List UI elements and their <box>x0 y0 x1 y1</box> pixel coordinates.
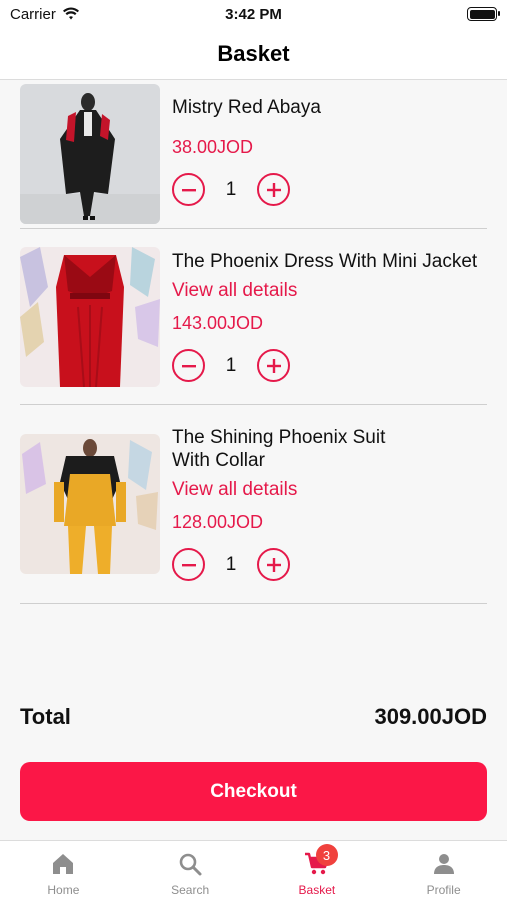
product-image[interactable] <box>20 434 160 574</box>
total-value: 309.00JOD <box>374 704 487 729</box>
item-name: Mistry Red Abaya <box>172 97 321 118</box>
basket-item: The Phoenix Dress With Mini Jacket View … <box>20 229 487 405</box>
search-icon <box>179 853 202 876</box>
tab-basket[interactable]: 3 Basket <box>254 841 381 900</box>
page-title: Basket <box>217 40 290 66</box>
status-left: Carrier <box>10 6 80 23</box>
item-name: The Shining Phoenix Suit With Collar <box>172 427 386 471</box>
plus-icon <box>266 358 281 373</box>
product-image[interactable] <box>20 247 160 387</box>
view-details-link[interactable]: View all details <box>172 279 487 303</box>
item-price: 128.00JOD <box>172 512 264 532</box>
minus-icon <box>181 188 196 191</box>
increase-quantity-button[interactable] <box>257 548 290 581</box>
decrease-quantity-button[interactable] <box>172 173 205 206</box>
item-name: The Phoenix Dress With Mini Jacket <box>172 251 478 272</box>
decrease-quantity-button[interactable] <box>172 548 205 581</box>
tab-label: Home <box>47 883 80 897</box>
item-price: 38.00JOD <box>172 137 254 157</box>
nav-header: Basket <box>0 28 507 80</box>
plus-icon <box>266 557 281 572</box>
product-photo-dress <box>20 247 160 387</box>
quantity-value: 1 <box>225 178 237 200</box>
quantity-value: 1 <box>225 553 237 575</box>
decrease-quantity-button[interactable] <box>172 349 205 382</box>
quantity-stepper: 1 <box>172 349 487 382</box>
increase-quantity-button[interactable] <box>257 173 290 206</box>
minus-icon <box>181 563 196 566</box>
tab-label: Basket <box>298 883 336 897</box>
tab-bar: Home Search 3 Basket Profile <box>0 840 507 900</box>
product-photo-abaya <box>20 84 160 224</box>
checkout-button[interactable]: Checkout <box>20 762 487 821</box>
home-icon <box>53 854 74 874</box>
quantity-stepper: 1 <box>172 548 487 581</box>
product-image[interactable] <box>20 84 160 224</box>
tab-label: Search <box>171 883 210 897</box>
battery-icon <box>467 7 500 21</box>
tab-home[interactable]: Home <box>0 841 127 900</box>
view-details-link[interactable]: View all details <box>172 478 487 502</box>
plus-icon <box>266 182 281 197</box>
total-row: Total 309.00JOD <box>20 704 487 730</box>
cart-count-badge: 3 <box>315 844 338 866</box>
basket-item: Mistry Red Abaya 38.00JOD 1 <box>20 81 487 229</box>
checkout-button-label: Checkout <box>210 780 297 802</box>
tab-search[interactable]: Search <box>127 841 254 900</box>
status-bar: Carrier 3:42 PM <box>0 0 507 28</box>
quantity-value: 1 <box>225 354 237 376</box>
item-price: 143.00JOD <box>172 313 264 333</box>
person-icon <box>433 854 454 874</box>
product-photo-suit <box>20 434 160 574</box>
basket-item: The Shining Phoenix Suit With Collar Vie… <box>20 405 487 604</box>
wifi-icon <box>62 7 79 20</box>
tab-label: Profile <box>426 883 461 897</box>
increase-quantity-button[interactable] <box>257 349 290 382</box>
quantity-stepper: 1 <box>172 173 487 206</box>
carrier-label: Carrier <box>10 5 56 23</box>
minus-icon <box>181 364 196 367</box>
tab-profile[interactable]: Profile <box>380 841 507 900</box>
total-label: Total <box>20 704 71 729</box>
